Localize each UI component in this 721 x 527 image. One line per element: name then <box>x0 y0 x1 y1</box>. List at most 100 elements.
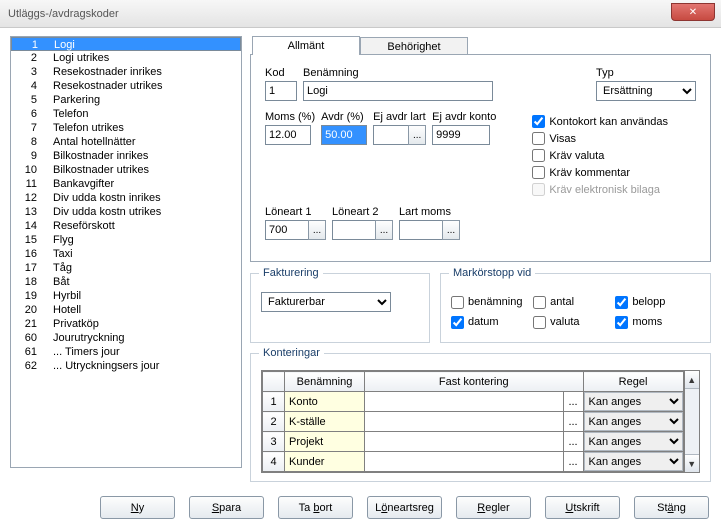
utskrift-button[interactable]: Utskrift <box>545 496 620 519</box>
list-item[interactable]: 61... Timers jour <box>11 345 241 359</box>
row-reg[interactable]: Kan anges <box>583 432 683 452</box>
list-item-label: Bilkostnader utrikes <box>53 163 149 177</box>
typ-select[interactable]: Ersättning <box>596 81 696 101</box>
row-fast[interactable] <box>365 392 564 412</box>
l1-input[interactable] <box>265 220 309 240</box>
row-reg[interactable]: Kan anges <box>583 392 683 412</box>
kod-label: Kod <box>265 67 297 79</box>
col-fast: Fast kontering <box>365 372 584 392</box>
markor-moms[interactable]: moms <box>615 312 697 332</box>
table-row[interactable]: 3Projekt...Kan anges <box>263 432 684 452</box>
l2-input[interactable] <box>332 220 376 240</box>
list-item[interactable]: 3Resekostnader inrikes <box>11 65 241 79</box>
list-item[interactable]: 11Bankavgifter <box>11 177 241 191</box>
list-item-num: 60 <box>15 331 53 345</box>
close-button[interactable]: ✕ <box>671 3 715 21</box>
row-reg[interactable]: Kan anges <box>583 452 683 472</box>
markor-belopp[interactable]: belopp <box>615 292 697 312</box>
loneartsreg-button[interactable]: Löneartsreg <box>367 496 442 519</box>
check-kravvaluta[interactable]: Kräv valuta <box>532 147 668 164</box>
list-item[interactable]: 15Flyg <box>11 233 241 247</box>
konteringar-legend: Konteringar <box>259 347 324 359</box>
list-item-label: Parkering <box>53 93 100 107</box>
list-item-num: 17 <box>15 261 53 275</box>
list-item[interactable]: 60Jourutryckning <box>11 331 241 345</box>
spara-button[interactable]: Spara <box>189 496 264 519</box>
l2-label: Löneart 2 <box>332 206 393 218</box>
list-item[interactable]: 16Taxi <box>11 247 241 261</box>
markor-valuta[interactable]: valuta <box>533 312 615 332</box>
list-item-num: 11 <box>15 177 53 191</box>
list-item[interactable]: 14Reseförskott <box>11 219 241 233</box>
list-item-num: 3 <box>15 65 53 79</box>
ny-button[interactable]: Ny <box>100 496 175 519</box>
kod-input[interactable] <box>265 81 297 101</box>
stang-button[interactable]: Stäng <box>634 496 709 519</box>
table-row[interactable]: 1Konto...Kan anges <box>263 392 684 412</box>
markor-datum[interactable]: datum <box>451 312 533 332</box>
lm-lookup-button[interactable]: ... <box>442 220 460 240</box>
list-item[interactable]: 5Parkering <box>11 93 241 107</box>
row-fast-lookup[interactable]: ... <box>563 412 583 432</box>
check-kontokort[interactable]: Kontokort kan användas <box>532 113 668 130</box>
markor-antal[interactable]: antal <box>533 292 615 312</box>
table-row[interactable]: 2K-ställe...Kan anges <box>263 412 684 432</box>
tab-general[interactable]: Allmänt <box>252 36 360 55</box>
check-visas[interactable]: Visas <box>532 130 668 147</box>
list-item-label: Hyrbil <box>53 289 81 303</box>
avdr-input[interactable] <box>321 125 367 145</box>
list-item-label: Jourutryckning <box>53 331 125 345</box>
list-item-num: 13 <box>15 205 53 219</box>
row-fast-lookup[interactable]: ... <box>563 432 583 452</box>
code-list[interactable]: 1Logi2Logi utrikes3Resekostnader inrikes… <box>10 36 242 468</box>
row-fast[interactable] <box>365 452 564 472</box>
scroll-down-icon[interactable]: ▼ <box>685 454 699 472</box>
tabs: Allmänt Behörighet <box>252 36 711 55</box>
list-item[interactable]: 8Antal hotellnätter <box>11 135 241 149</box>
row-fast[interactable] <box>365 412 564 432</box>
ejavl-input[interactable] <box>373 125 409 145</box>
ben-input[interactable] <box>303 81 493 101</box>
list-item[interactable]: 20Hotell <box>11 303 241 317</box>
list-item[interactable]: 21Privatköp <box>11 317 241 331</box>
list-item[interactable]: 13Div udda kostn utrikes <box>11 205 241 219</box>
ejavk-input[interactable] <box>432 125 490 145</box>
list-item[interactable]: 9Bilkostnader inrikes <box>11 149 241 163</box>
row-fast[interactable] <box>365 432 564 452</box>
table-scrollbar[interactable]: ▲ ▼ <box>684 371 699 472</box>
list-item-num: 6 <box>15 107 53 121</box>
scroll-up-icon[interactable]: ▲ <box>685 371 699 389</box>
l1-lookup-button[interactable]: ... <box>308 220 326 240</box>
list-item[interactable]: 17Tåg <box>11 261 241 275</box>
fakturering-select[interactable]: Fakturerbar <box>261 292 391 312</box>
markor-legend: Markörstopp vid <box>449 267 535 279</box>
row-reg[interactable]: Kan anges <box>583 412 683 432</box>
list-item[interactable]: 7Telefon utrikes <box>11 121 241 135</box>
list-item[interactable]: 62... Utryckningsers jour <box>11 359 241 373</box>
list-item[interactable]: 2Logi utrikes <box>11 51 241 65</box>
list-item[interactable]: 18Båt <box>11 275 241 289</box>
list-item[interactable]: 4Resekostnader utrikes <box>11 79 241 93</box>
moms-input[interactable] <box>265 125 311 145</box>
list-item[interactable]: 10Bilkostnader utrikes <box>11 163 241 177</box>
ejavl-lookup-button[interactable]: ... <box>408 125 426 145</box>
lm-input[interactable] <box>399 220 443 240</box>
l2-lookup-button[interactable]: ... <box>375 220 393 240</box>
ejavl-label: Ej avdr lart <box>373 111 426 123</box>
row-fast-lookup[interactable]: ... <box>563 392 583 412</box>
list-item-label: Bankavgifter <box>53 177 114 191</box>
regler-button[interactable]: Regler <box>456 496 531 519</box>
list-item[interactable]: 1Logi <box>11 37 241 51</box>
list-item[interactable]: 19Hyrbil <box>11 289 241 303</box>
list-item[interactable]: 6Telefon <box>11 107 241 121</box>
tabort-button[interactable]: Ta bort <box>278 496 353 519</box>
row-fast-lookup[interactable]: ... <box>563 452 583 472</box>
list-item[interactable]: 12Div udda kostn inrikes <box>11 191 241 205</box>
list-item-num: 2 <box>15 51 53 65</box>
markor-benamning[interactable]: benämning <box>451 292 533 312</box>
list-item-label: Flyg <box>53 233 74 247</box>
table-row[interactable]: 4Kunder...Kan anges <box>263 452 684 472</box>
list-item-num: 15 <box>15 233 53 247</box>
check-kravkomm[interactable]: Kräv kommentar <box>532 164 668 181</box>
list-item-label: Tåg <box>53 261 72 275</box>
